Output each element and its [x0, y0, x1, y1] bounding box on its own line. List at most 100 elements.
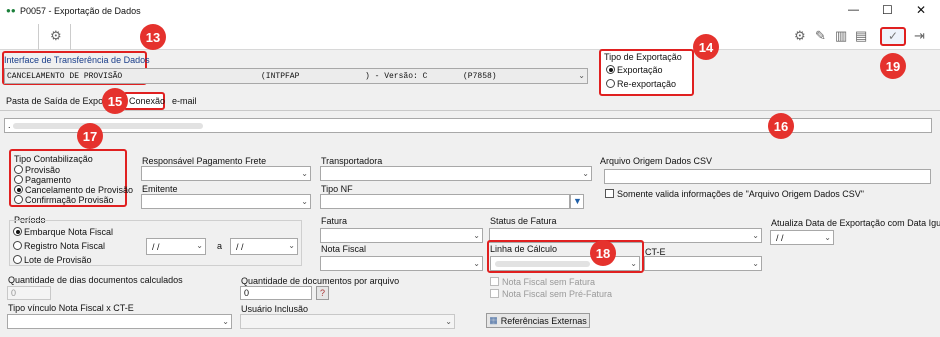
chevron-down-icon: ⌄ — [752, 231, 759, 240]
emitente-select[interactable]: ⌄ — [141, 194, 311, 209]
tipo-nf-label: Tipo NF — [321, 184, 353, 194]
callout-badge-19: 19 — [880, 53, 906, 79]
date-from-field[interactable]: / / ⌄ — [146, 238, 206, 255]
somente-valida-label: Somente valida informações de "Arquivo O… — [617, 189, 865, 199]
radio-reexportacao[interactable]: Re-exportação — [606, 79, 676, 89]
radio-exportacao[interactable]: Exportação — [606, 65, 663, 75]
chevron-down-icon: ⌄ — [301, 169, 308, 178]
radio-embarque-nf[interactable]: Embarque Nota Fiscal — [13, 227, 113, 237]
date-from-value: / / — [152, 242, 160, 252]
radio-icon — [13, 227, 22, 236]
qtd-docs-field[interactable]: 0 — [240, 286, 312, 300]
tab-conexao-label: Conexão — [129, 96, 166, 106]
pen-icon[interactable]: ✎ — [815, 28, 826, 44]
somente-valida-checkbox[interactable]: Somente valida informações de "Arquivo O… — [605, 189, 864, 199]
minimize-icon[interactable]: — — [848, 4, 859, 16]
atualiza-date-value: / / — [776, 233, 784, 243]
interface-program: (P7858) — [463, 72, 497, 81]
maximize-icon[interactable]: ☐ — [882, 3, 893, 17]
emitente-label: Emitente — [142, 184, 178, 194]
interface-label: Interface de Transferência de Dados — [4, 55, 150, 65]
tipo-vinculo-label: Tipo vínculo Nota Fiscal x CT-E — [8, 303, 134, 313]
cte-select[interactable]: ⌄ — [644, 256, 762, 271]
radio-provisao-label: Provisão — [25, 165, 61, 175]
tipo-exportacao-group: Tipo de Exportação Exportação Re-exporta… — [599, 49, 694, 96]
nf-sem-fatura-checkbox[interactable]: Nota Fiscal sem Fatura — [490, 277, 595, 287]
tipo-exportacao-legend: Tipo de Exportação — [604, 52, 682, 62]
linha-calculo-select[interactable]: ⌄ — [490, 256, 640, 271]
usuario-inclusao-select[interactable]: ⌄ — [240, 314, 455, 329]
fatura-label: Fatura — [321, 216, 348, 226]
tab-email[interactable]: e-mail — [172, 96, 197, 106]
exit-icon[interactable]: ⇥ — [914, 28, 925, 44]
callout-badge-14: 14 — [693, 34, 719, 60]
tipo-contabilizacao-legend: Tipo Contabilização — [14, 154, 93, 164]
output-path-value: . — [8, 120, 11, 130]
confirm-button[interactable]: ✓ — [880, 27, 906, 46]
reference-icon: ▦ — [489, 315, 498, 325]
callout-badge-15: 15 — [102, 88, 128, 114]
chevron-down-icon: ⌄ — [473, 259, 480, 268]
responsavel-select[interactable]: ⌄ — [141, 166, 311, 181]
chevron-down-icon: ⌄ — [578, 71, 585, 80]
transportadora-select[interactable]: ⌄ — [320, 166, 592, 181]
radio-registro-label: Registro Nota Fiscal — [24, 241, 106, 251]
radio-icon — [13, 241, 22, 250]
nf-sem-prefatura-label: Nota Fiscal sem Pré-Fatura — [502, 289, 613, 299]
chevron-down-icon: ⌄ — [473, 231, 480, 240]
radio-lote-provisao[interactable]: Lote de Provisão — [13, 255, 92, 265]
transportadora-label: Transportadora — [321, 156, 383, 166]
radio-reexportacao-label: Re-exportação — [617, 79, 677, 89]
chevron-down-icon: ⌄ — [222, 317, 229, 326]
usuario-inclusao-label: Usuário Inclusão — [241, 304, 309, 314]
tipo-contabilizacao-group: Tipo Contabilização Provisão Pagamento C… — [9, 149, 133, 207]
radio-pagamento-label: Pagamento — [25, 175, 72, 185]
qtd-dias-field[interactable]: 0 — [7, 286, 51, 300]
chart-icon[interactable]: ▥ — [835, 28, 847, 44]
linha-calculo-label: Linha de Cálculo — [490, 244, 558, 254]
chevron-down-icon: ⌄ — [301, 197, 308, 206]
date-to-field[interactable]: / / ⌄ — [230, 238, 298, 255]
check-icon: ✓ — [888, 29, 899, 43]
nota-fiscal-select[interactable]: ⌄ — [320, 256, 483, 271]
help-button[interactable]: ? — [316, 286, 329, 300]
print-icon[interactable]: ▤ — [855, 28, 867, 44]
referencias-externas-button[interactable]: ▦ Referências Externas — [486, 313, 590, 328]
arquivo-origem-field[interactable] — [604, 169, 931, 184]
nf-sem-prefatura-checkbox[interactable]: Nota Fiscal sem Pré-Fatura — [490, 289, 612, 299]
radio-icon — [14, 165, 23, 174]
chevron-down-icon: ⌄ — [288, 241, 295, 250]
fatura-select[interactable]: ⌄ — [320, 228, 483, 243]
radio-icon — [13, 255, 22, 264]
tab-conexao[interactable]: Conexão — [123, 92, 165, 110]
title-bar: ●● P0057 - Exportação de Dados — ☐ ✕ — [0, 0, 940, 24]
checkbox-icon — [490, 277, 499, 286]
tipo-nf-dropdown-button[interactable]: ▼ — [570, 194, 584, 209]
callout-badge-18: 18 — [590, 240, 616, 266]
atualiza-date-field[interactable]: / / ⌄ — [770, 230, 834, 245]
interface-select[interactable]: CANCELAMENTO DE PROVISÃO (INTPFAP ) - Ve… — [4, 68, 588, 84]
process-icon[interactable]: ⚙ — [794, 28, 806, 44]
qtd-docs-label: Quantidade de documentos por arquivo — [241, 276, 400, 286]
tipo-vinculo-select[interactable]: ⌄ — [7, 314, 232, 329]
window-title: P0057 - Exportação de Dados — [20, 6, 141, 16]
radio-registro-nf[interactable]: Registro Nota Fiscal — [13, 241, 105, 251]
qtd-docs-value: 0 — [244, 288, 250, 298]
callout-badge-17: 17 — [77, 123, 103, 149]
callout-badge-13: 13 — [140, 24, 166, 50]
interface-selected: CANCELAMENTO DE PROVISÃO — [7, 72, 123, 81]
radio-confirmacao-provisao[interactable]: Confirmação Provisão — [14, 195, 114, 205]
radio-pagamento[interactable]: Pagamento — [14, 175, 71, 185]
chevron-down-icon: ⌄ — [445, 317, 452, 326]
settings-gear-icon[interactable]: ⚙ — [50, 28, 62, 44]
close-icon[interactable]: ✕ — [916, 3, 926, 17]
radio-embarque-label: Embarque Nota Fiscal — [24, 227, 114, 237]
radio-cancelamento-provisao[interactable]: Cancelamento de Provisão — [14, 185, 133, 195]
radio-confirmacao-label: Confirmação Provisão — [25, 195, 114, 205]
radio-icon — [14, 175, 23, 184]
triangle-down-icon: ▼ — [573, 196, 582, 206]
chevron-down-icon: ⌄ — [752, 259, 759, 268]
callout-badge-16: 16 — [768, 113, 794, 139]
tipo-nf-select[interactable] — [320, 194, 570, 209]
radio-provisao[interactable]: Provisão — [14, 165, 60, 175]
